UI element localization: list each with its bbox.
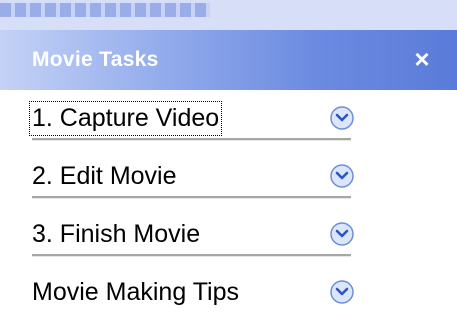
task-label: Movie Making Tips	[32, 278, 240, 306]
panel-top-strip	[0, 0, 457, 30]
task-divider	[32, 138, 351, 141]
task-label: 2. Edit Movie	[32, 162, 177, 190]
chevron-down-icon[interactable]	[329, 279, 355, 305]
task-divider	[32, 254, 351, 257]
chevron-down-icon[interactable]	[329, 221, 355, 247]
task-label: 1. Capture Video	[28, 101, 223, 136]
chevron-down-icon[interactable]	[329, 163, 355, 189]
task-movie-making-tips[interactable]: Movie Making Tips	[0, 264, 457, 322]
panel-title: Movie Tasks	[32, 48, 159, 71]
chevron-down-icon[interactable]	[329, 105, 355, 131]
panel-top-texture	[0, 3, 210, 17]
task-label: 3. Finish Movie	[32, 220, 201, 248]
task-divider	[32, 196, 351, 199]
close-icon[interactable]: ×	[405, 42, 439, 76]
